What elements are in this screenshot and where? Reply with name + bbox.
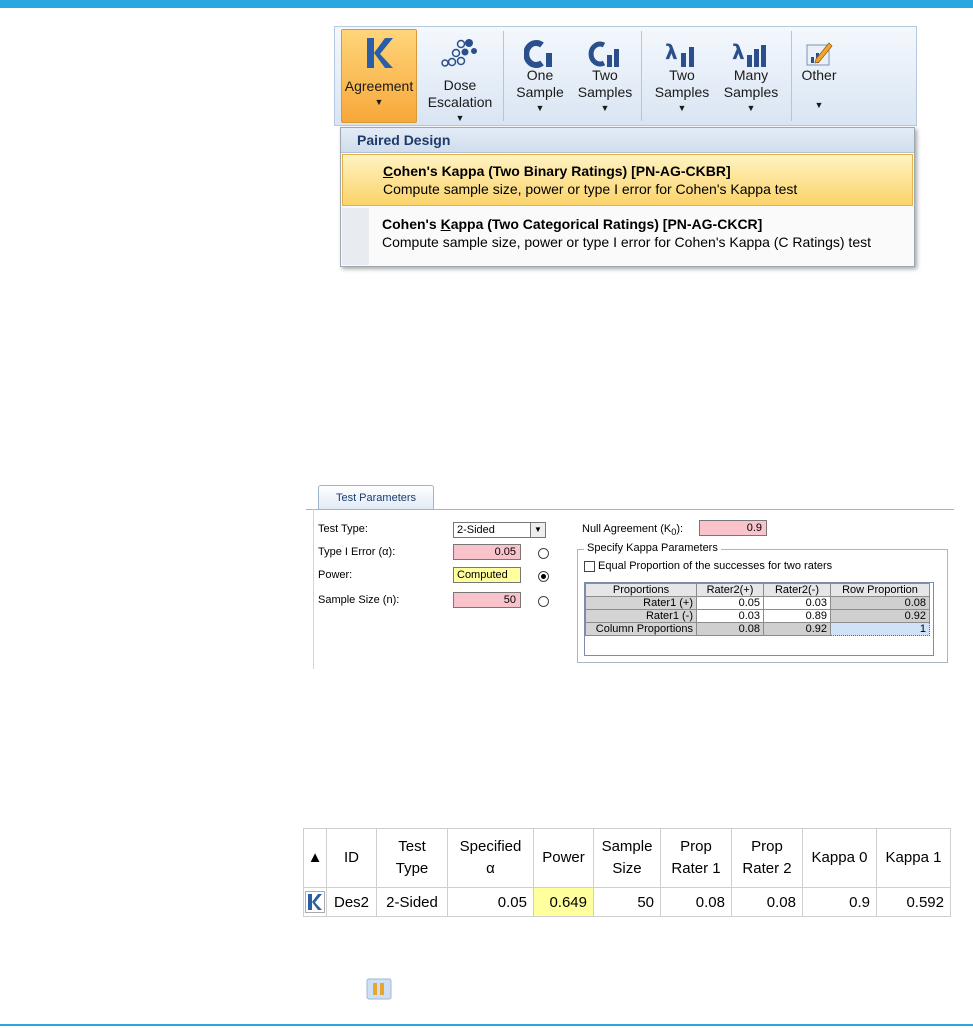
panel-border — [313, 509, 314, 669]
svg-text:λ: λ — [732, 40, 745, 64]
table-cell: 0.649 — [533, 887, 594, 917]
column-header: Rater2(-) — [763, 583, 831, 597]
column-header[interactable]: Specified α — [447, 828, 534, 888]
test-type-select[interactable]: 2-Sided ▼ — [453, 522, 546, 538]
table-cell[interactable]: 0.03 — [763, 596, 831, 610]
two-samples-lambda-button[interactable]: λ Two Samples ▼ — [649, 29, 715, 123]
table-cell: 50 — [593, 887, 661, 917]
design-ribbon: Agreement ▼ Dose Escalation ▼ One Sample… — [334, 26, 917, 126]
one-sample-button[interactable]: One Sample ▼ — [509, 29, 571, 123]
ribbon-separator — [791, 31, 792, 121]
agreement-dropdown-menu: Paired Design Cohen's Kappa (Two Binary … — [340, 127, 915, 267]
kappa-k-icon — [303, 887, 327, 917]
column-header: Proportions — [585, 583, 697, 597]
column-header: Row Proportion — [830, 583, 930, 597]
column-header[interactable]: Sample Size — [593, 828, 661, 888]
table-cell: 0.08 — [660, 887, 732, 917]
table-cell: 0.592 — [876, 887, 951, 917]
menu-group-header: Paired Design — [341, 128, 914, 153]
table-cell: 0.92 — [830, 609, 930, 623]
power-radio[interactable] — [538, 571, 549, 582]
column-header[interactable]: Kappa 0 — [802, 828, 877, 888]
column-header[interactable]: Test Type — [376, 828, 448, 888]
column-header[interactable]: Kappa 1 — [876, 828, 951, 888]
sample-size-label: Sample Size (n): — [318, 594, 400, 606]
test-type-label: Test Type: — [318, 523, 368, 535]
row-label: Rater1 (-) — [585, 609, 697, 623]
table-cell-selected[interactable]: 1 — [830, 622, 930, 636]
menu-item-description: Compute sample size, power or type I err… — [382, 234, 871, 250]
bottom-accent-bar — [0, 1024, 973, 1026]
table-cell: 0.08 — [731, 887, 803, 917]
power-field[interactable]: Computed — [453, 567, 521, 583]
two-samples-c-button[interactable]: Two Samples ▼ — [573, 29, 637, 123]
table-cell[interactable]: 0.05 — [696, 596, 764, 610]
table-cell[interactable]: 0.89 — [763, 609, 831, 623]
table-cell: 0.92 — [763, 622, 831, 636]
kappa-proportions-table: Proportions Rater2(+) Rater2(-) Row Prop… — [585, 583, 930, 636]
many-samples-button[interactable]: λ Many Samples ▼ — [717, 29, 785, 123]
top-accent-bar — [0, 0, 973, 8]
row-label: Column Proportions — [585, 622, 697, 636]
kappa-parameters-title: Specify Kappa Parameters — [584, 542, 721, 554]
power-label: Power: — [318, 569, 353, 581]
other-button[interactable]: Other ▼ — [795, 29, 843, 123]
table-row: Rater1 (-) 0.03 0.89 0.92 — [585, 609, 930, 623]
row-label: Rater1 (+) — [585, 596, 697, 610]
output-preview-icon[interactable] — [366, 978, 392, 1000]
table-cell: Des2 — [326, 887, 377, 917]
sort-ascending-icon[interactable]: ▲ — [303, 828, 327, 888]
menu-item-cohens-kappa-binary[interactable]: Cohen's Kappa (Two Binary Ratings) [PN-A… — [342, 154, 913, 206]
type1-error-field[interactable]: 0.05 — [453, 544, 521, 560]
pencil-chart-icon — [795, 29, 843, 69]
table-cell: 0.9 — [802, 887, 877, 917]
tab-test-parameters[interactable]: Test Parameters — [318, 485, 434, 510]
two-samples-lambda-icon: λ — [649, 29, 715, 69]
ribbon-separator — [503, 31, 504, 121]
table-header-row: Proportions Rater2(+) Rater2(-) Row Prop… — [585, 583, 930, 597]
type1-error-radio[interactable] — [538, 548, 549, 559]
equal-proportion-checkbox[interactable] — [584, 561, 595, 572]
column-header[interactable]: Prop Rater 1 — [660, 828, 732, 888]
tab-divider — [306, 509, 954, 510]
table-cell: 0.05 — [447, 887, 534, 917]
menu-item-title: Cohen's Kappa (Two Binary Ratings) [PN-A… — [383, 163, 731, 179]
table-row: Column Proportions 0.08 0.92 1 — [585, 622, 930, 636]
table-cell: 2-Sided — [376, 887, 448, 917]
one-sample-c-icon — [509, 29, 571, 69]
svg-text:λ: λ — [665, 40, 678, 64]
null-agreement-field[interactable]: 0.9 — [699, 520, 767, 536]
table-row[interactable]: Des2 2-Sided 0.05 0.649 50 0.08 0.08 0.9… — [303, 887, 951, 917]
table-cell: 0.08 — [696, 622, 764, 636]
sample-size-field[interactable]: 50 — [453, 592, 521, 608]
many-samples-lambda-icon: λ — [717, 29, 785, 69]
table-cell: 0.08 — [830, 596, 930, 610]
column-header[interactable]: Power — [533, 828, 594, 888]
column-header[interactable]: ID — [326, 828, 377, 888]
table-cell[interactable]: 0.03 — [696, 609, 764, 623]
menu-item-title: Cohen's Kappa (Two Categorical Ratings) … — [382, 216, 763, 232]
table-row: Rater1 (+) 0.05 0.03 0.08 — [585, 596, 930, 610]
dose-escalation-button[interactable]: Dose Escalation ▼ — [421, 29, 499, 123]
sample-size-radio[interactable] — [538, 596, 549, 607]
null-agreement-label: Null Agreement (K0): — [582, 523, 684, 538]
two-samples-c-icon — [573, 29, 637, 69]
results-grid: ▲ ID Test Type Specified α Power Sample … — [303, 828, 951, 917]
menu-item-description: Compute sample size, power or type I err… — [383, 181, 798, 197]
column-header[interactable]: Prop Rater 2 — [731, 828, 803, 888]
column-header: Rater2(+) — [696, 583, 764, 597]
type1-error-label: Type I Error (α): — [318, 546, 396, 558]
ribbon-separator — [641, 31, 642, 121]
kappa-k-icon — [342, 30, 416, 70]
table-header-row: ▲ ID Test Type Specified α Power Sample … — [303, 828, 951, 888]
chevron-down-icon[interactable]: ▼ — [530, 523, 545, 537]
equal-proportion-label: Equal Proportion of the successes for tw… — [598, 560, 833, 572]
menu-item-cohens-kappa-categorical[interactable]: Cohen's Kappa (Two Categorical Ratings) … — [342, 208, 913, 260]
dose-circles-icon — [421, 29, 499, 69]
agreement-button[interactable]: Agreement ▼ — [341, 29, 417, 123]
